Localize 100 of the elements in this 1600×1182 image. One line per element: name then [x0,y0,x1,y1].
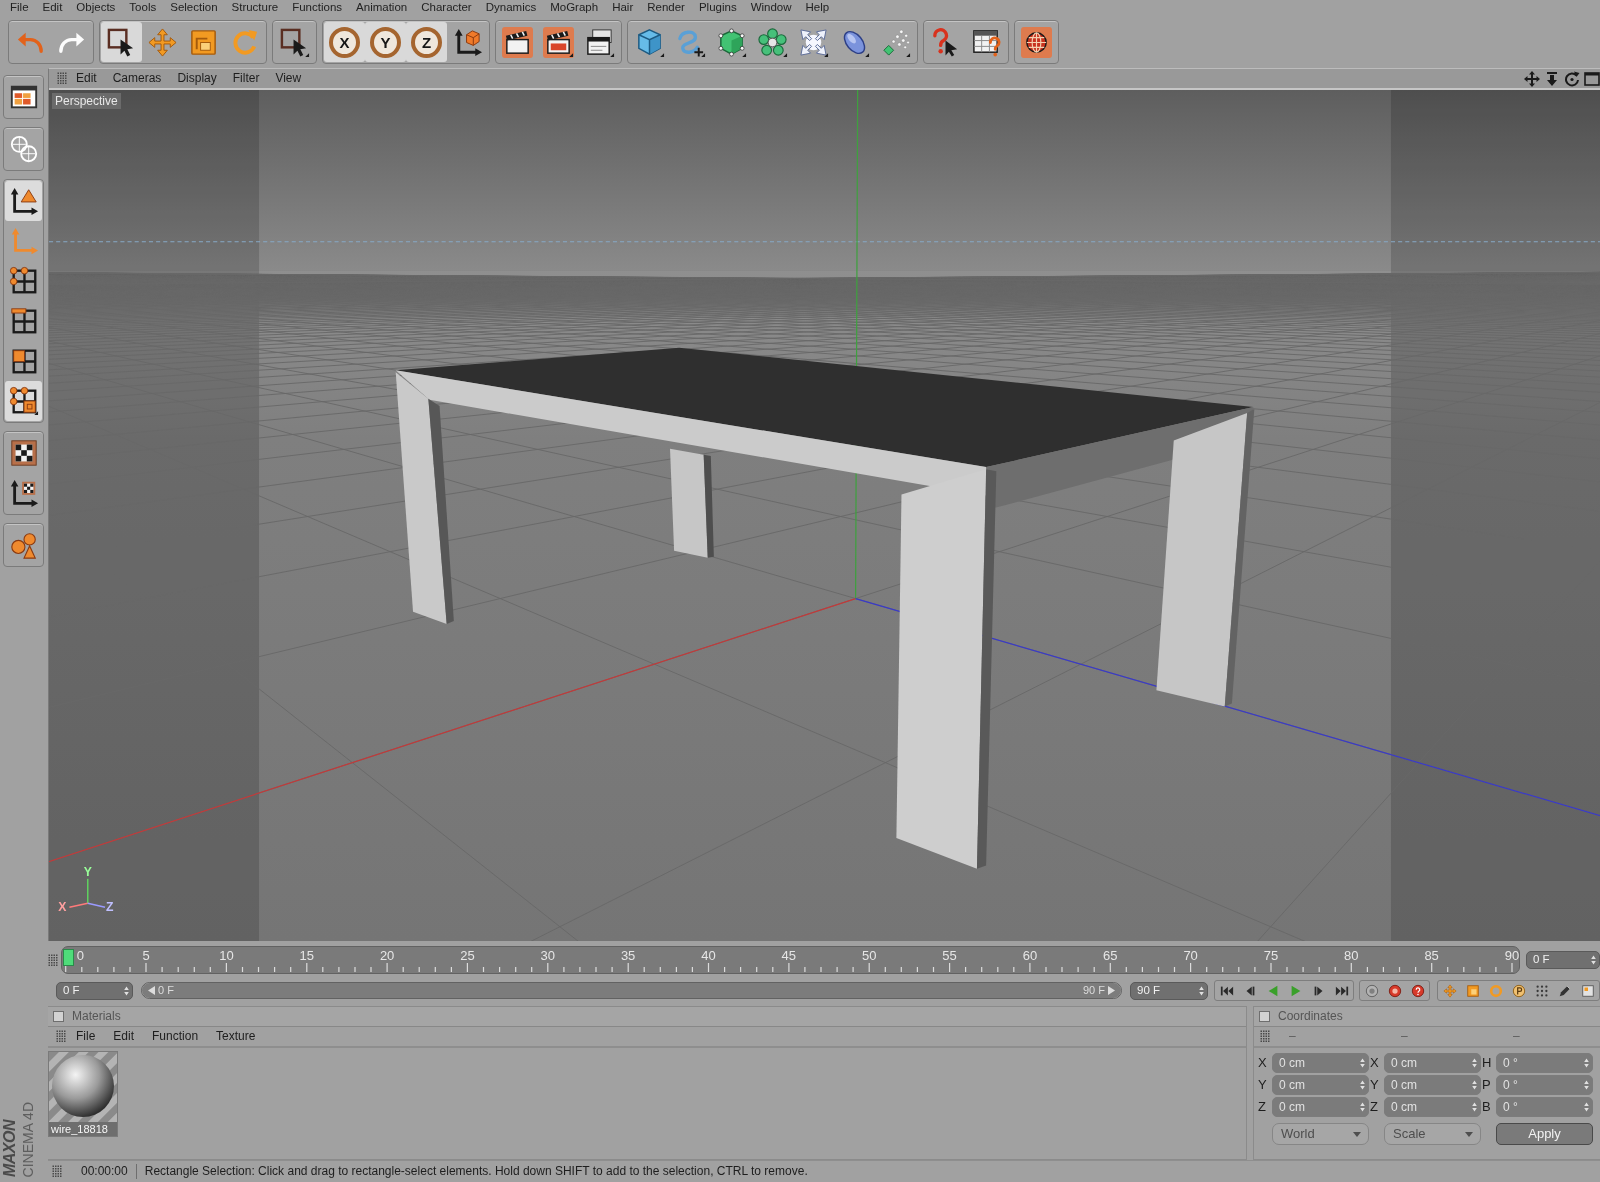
menu-item[interactable]: Animation [349,1,415,15]
frame-number: 45 [781,948,797,963]
menu-item[interactable]: Function [143,1029,208,1044]
menu-item[interactable]: Cameras [104,71,170,86]
move-view-button[interactable] [1524,70,1540,87]
expand-arrows-icon [798,26,829,58]
gizmo-x-label: X [58,900,67,915]
menu-item[interactable]: Render [640,1,692,15]
menu-item[interactable]: File [3,1,36,15]
y-axis-button[interactable]: Y [365,22,406,62]
menu-item[interactable]: Texture [207,1029,265,1044]
axis-label: X [1258,1055,1268,1071]
axis-label: Y [1258,1077,1268,1093]
frame-field[interactable]: 0 F [56,981,133,1000]
preview-range-slider[interactable]: 0 F 90 F [141,982,1122,999]
menu-item[interactable]: Edit [35,1,70,15]
clapperboard-icon [502,26,533,58]
product-logo-text: CINEMA 4D [21,1101,35,1177]
grip-icon [48,953,59,967]
dot-grid-icon [1534,983,1549,998]
sphere-cluster-icon [757,26,788,58]
spinner-arrows-icon [1584,1080,1589,1090]
spinner-arrows-icon [1360,1080,1365,1090]
range-start-label: 0 F [158,983,174,998]
menu-item[interactable]: Structure [224,1,286,15]
range-end-label: 90 F [1083,983,1105,998]
panel-title: Materials [72,1009,121,1024]
maximize-view-button[interactable] [1584,70,1600,87]
frame-number: 15 [299,948,314,963]
menu-item[interactable]: MoGraph [543,1,606,15]
rotate-view-button[interactable] [1564,70,1580,87]
sphere-outlines-icon [8,134,39,164]
camera-label: Perspective [52,93,121,110]
spinner-arrows-icon [1199,985,1204,996]
grid-points-square-icon [8,386,39,416]
menu-item[interactable]: Edit [68,71,105,86]
globe-icon [1021,26,1052,58]
clapperboard-icon [543,26,574,58]
grip-icon [56,1030,67,1043]
menu-item[interactable]: Objects [69,1,123,15]
frame-number: 20 [379,948,395,963]
left-triangle-icon [148,986,155,995]
zoom-view-button[interactable] [1544,70,1560,87]
record-icon [1387,983,1402,998]
grip-icon [52,1165,63,1178]
menu-item[interactable]: Plugins [691,1,744,15]
x-axis-button[interactable]: X [324,22,365,62]
question-circle-icon [1410,983,1425,998]
playhead-marker[interactable] [62,949,74,966]
model-mode-button[interactable] [5,181,42,221]
menu-item[interactable]: Edit [104,1029,144,1044]
frame-number: 5 [142,948,150,963]
spinner-arrows-icon [1591,955,1596,965]
menu-item[interactable]: Filter [224,71,268,86]
axis-label: H [1482,1055,1493,1071]
menu-item[interactable]: View [267,71,310,86]
frame-number: 85 [1424,948,1439,963]
axes-checker-icon [8,478,39,508]
menu-item[interactable]: Selection [163,1,225,15]
menu-item[interactable]: Window [743,1,799,15]
frame-number: 35 [620,948,636,963]
z-axis-button[interactable]: Z [406,22,447,62]
axes-cube-icon [452,26,483,58]
menu-item[interactable]: Dynamics [478,1,544,15]
move-arrows-icon [147,26,178,58]
menu-item[interactable]: Tools [122,1,164,15]
pencil-icon [1557,983,1572,998]
menu-item[interactable]: Character [414,1,479,15]
frame-number: 90 [1504,948,1520,963]
uv-mode-button[interactable] [5,381,42,421]
menu-item[interactable]: Help [798,1,837,15]
checker-tile-icon [8,438,39,468]
spinner-arrows-icon [1584,1102,1589,1112]
axis-gizmo-icon [68,878,106,909]
spheres-icon [8,530,39,560]
menu-item[interactable]: Hair [605,1,641,15]
circle-icon [1364,983,1379,998]
menu-item[interactable]: File [67,1029,105,1044]
column-header: – [1513,1029,1521,1044]
grip-icon [1260,1030,1271,1043]
axis-label: Y [1370,1077,1380,1093]
frame-number: 55 [942,948,957,963]
brand-logo-text: MAXON [2,1119,18,1177]
frame-field[interactable]: 90 F [1130,981,1208,1000]
menu-item[interactable]: Display [169,71,225,86]
grid-edge-icon [8,306,39,336]
axis-label: P [1482,1077,1492,1093]
gizmo-y-label: Y [83,864,92,879]
frame-field[interactable]: 0 F [1526,951,1600,969]
frame-number: 75 [1263,948,1279,963]
timeline-ruler[interactable]: 0 5 10 15 20 25 30 35 40 45 50 55 60 65 70 75 80 85 90 [61,946,1520,974]
menu-item[interactable]: Functions [285,1,350,15]
axis-label: B [1482,1099,1492,1115]
clapperboards-icon [584,26,615,58]
caret-icon [1353,1131,1361,1137]
frame-number: 65 [1103,948,1118,963]
material-thumbnail[interactable]: wire_18818 [48,1051,118,1137]
selection-tool-button[interactable] [101,22,142,62]
spinner-arrows-icon [1472,1058,1477,1068]
frame-number: 80 [1344,948,1359,963]
